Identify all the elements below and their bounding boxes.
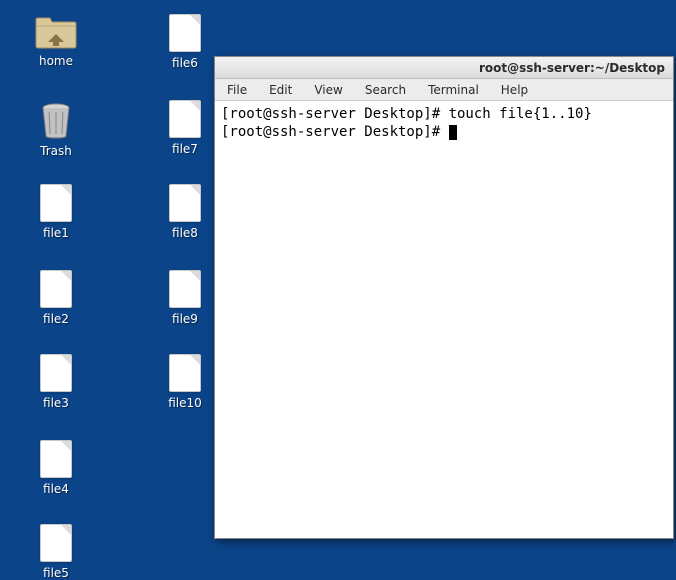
desktop-icon-file3[interactable]: file3 <box>21 354 91 410</box>
desktop-icon-file1[interactable]: file1 <box>21 184 91 240</box>
terminal-titlebar[interactable]: root@ssh-server:~/Desktop <box>215 57 673 79</box>
file-icon <box>169 184 201 222</box>
terminal-cursor <box>449 125 457 140</box>
desktop-icon-home[interactable]: home <box>21 14 91 68</box>
home-folder-icon <box>34 14 78 50</box>
file-icon <box>169 14 201 52</box>
desktop-icon-file4[interactable]: file4 <box>21 440 91 496</box>
desktop-icon-trash[interactable]: Trash <box>21 100 91 158</box>
terminal-window: root@ssh-server:~/Desktop File Edit View… <box>214 56 674 539</box>
desktop-icon-file5[interactable]: file5 <box>21 524 91 580</box>
file-icon <box>40 354 72 392</box>
icon-label: file5 <box>43 566 69 580</box>
icon-label: file1 <box>43 226 69 240</box>
icon-label: file7 <box>172 142 198 156</box>
terminal-menubar: File Edit View Search Terminal Help <box>215 79 673 101</box>
file-icon <box>169 100 201 138</box>
menu-view[interactable]: View <box>308 81 348 99</box>
desktop-icon-file6[interactable]: file6 <box>150 14 220 70</box>
menu-terminal[interactable]: Terminal <box>422 81 485 99</box>
desktop-icon-file9[interactable]: file9 <box>150 270 220 326</box>
desktop-icon-file7[interactable]: file7 <box>150 100 220 156</box>
terminal-line1-prompt: [root@ssh-server Desktop]# <box>221 106 449 122</box>
menu-edit[interactable]: Edit <box>263 81 298 99</box>
desktop-icon-file2[interactable]: file2 <box>21 270 91 326</box>
icon-label: file10 <box>168 396 202 410</box>
terminal-body[interactable]: [root@ssh-server Desktop]# touch file{1.… <box>215 101 673 145</box>
file-icon <box>40 270 72 308</box>
menu-help[interactable]: Help <box>495 81 534 99</box>
terminal-line1-cmd: touch file{1..10} <box>449 106 592 122</box>
desktop-icon-file8[interactable]: file8 <box>150 184 220 240</box>
menu-file[interactable]: File <box>221 81 253 99</box>
menu-search[interactable]: Search <box>359 81 412 99</box>
terminal-line2-prompt: [root@ssh-server Desktop]# <box>221 124 449 140</box>
file-icon <box>169 354 201 392</box>
trash-icon <box>38 100 74 140</box>
terminal-title: root@ssh-server:~/Desktop <box>479 61 665 75</box>
icon-label: file4 <box>43 482 69 496</box>
icon-label: file6 <box>172 56 198 70</box>
file-icon <box>40 440 72 478</box>
icon-label: Trash <box>40 144 72 158</box>
icon-label: file3 <box>43 396 69 410</box>
icon-label: file9 <box>172 312 198 326</box>
desktop-icon-file10[interactable]: file10 <box>150 354 220 410</box>
icon-label: file8 <box>172 226 198 240</box>
file-icon <box>40 524 72 562</box>
file-icon <box>169 270 201 308</box>
icon-label: home <box>39 54 73 68</box>
file-icon <box>40 184 72 222</box>
icon-label: file2 <box>43 312 69 326</box>
